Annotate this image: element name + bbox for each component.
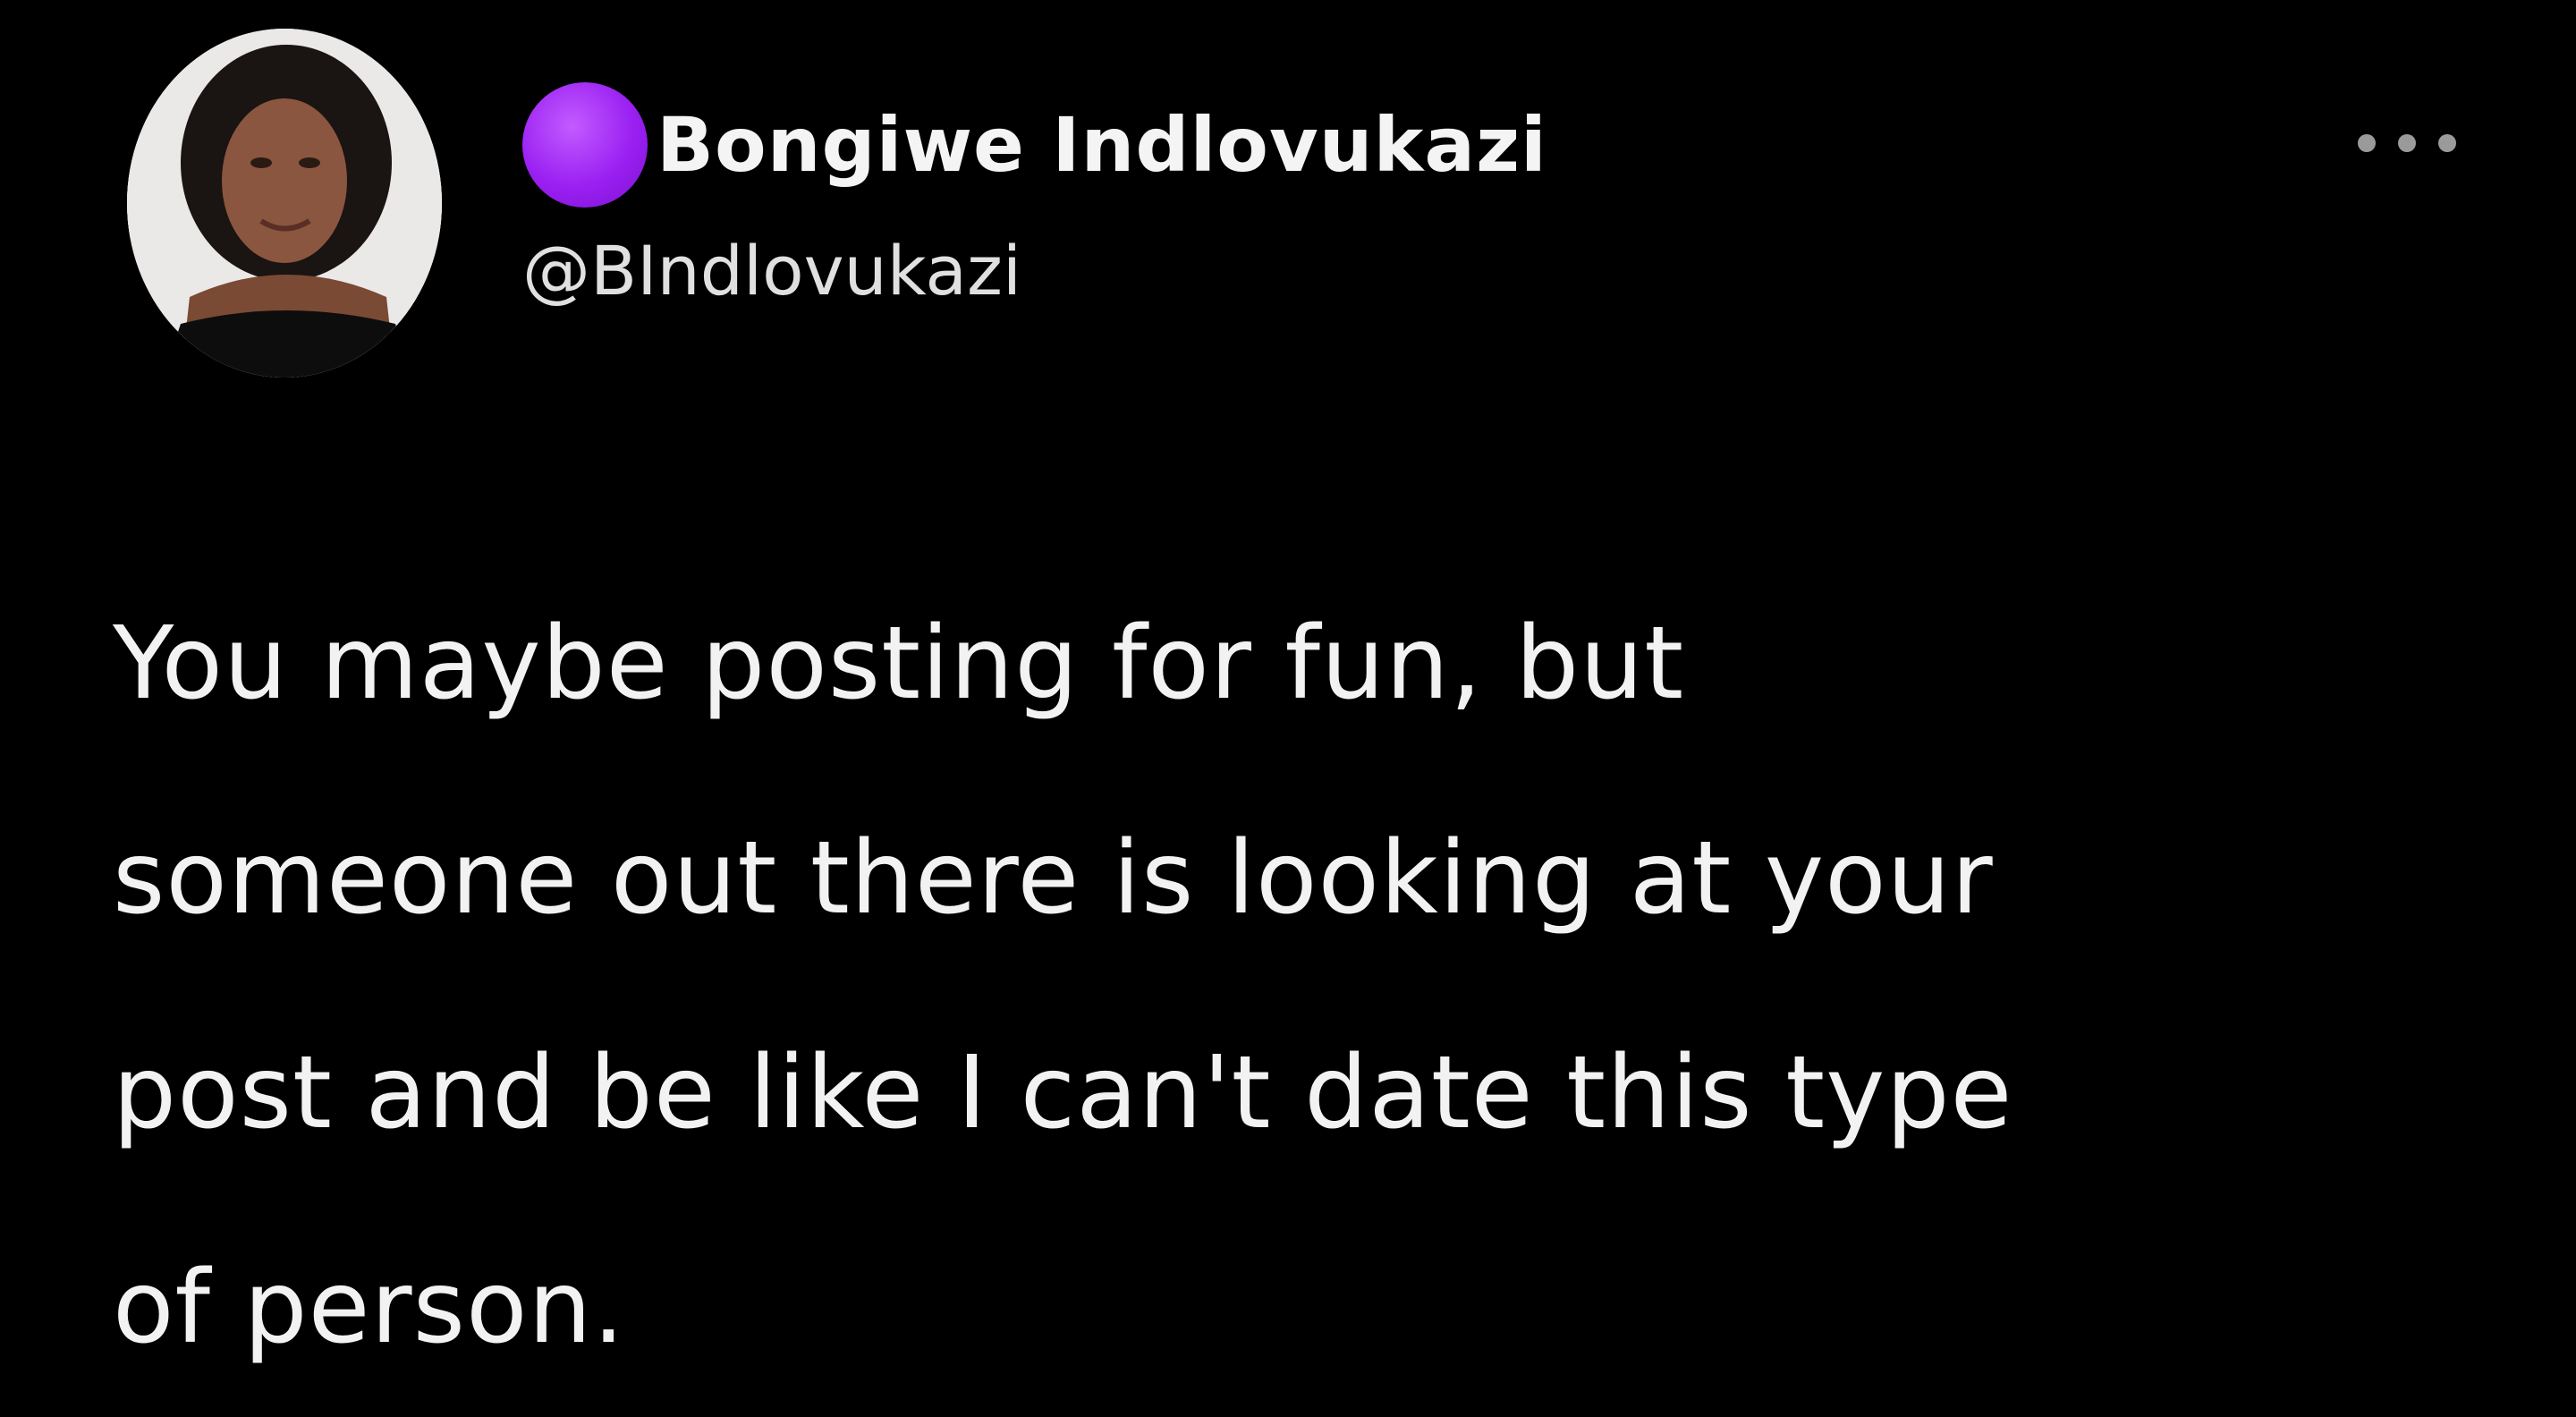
dot: [2358, 134, 2376, 152]
avatar[interactable]: [127, 29, 442, 378]
author-name-row[interactable]: Bongiwe Indlovukazi: [522, 82, 1547, 208]
display-name[interactable]: Bongiwe Indlovukazi: [657, 101, 1547, 189]
tweet-text: You maybe posting for fun, but someone o…: [113, 606, 2013, 1366]
dot: [2398, 134, 2416, 152]
tweet-card: Bongiwe Indlovukazi @BIndlovukazi You ma…: [0, 0, 2576, 1417]
profile-photo: [127, 29, 442, 378]
purple-circle-icon: [522, 82, 648, 208]
more-options-icon[interactable]: [2358, 125, 2456, 161]
dot: [2438, 134, 2456, 152]
user-handle[interactable]: @BIndlovukazi: [522, 231, 1021, 310]
